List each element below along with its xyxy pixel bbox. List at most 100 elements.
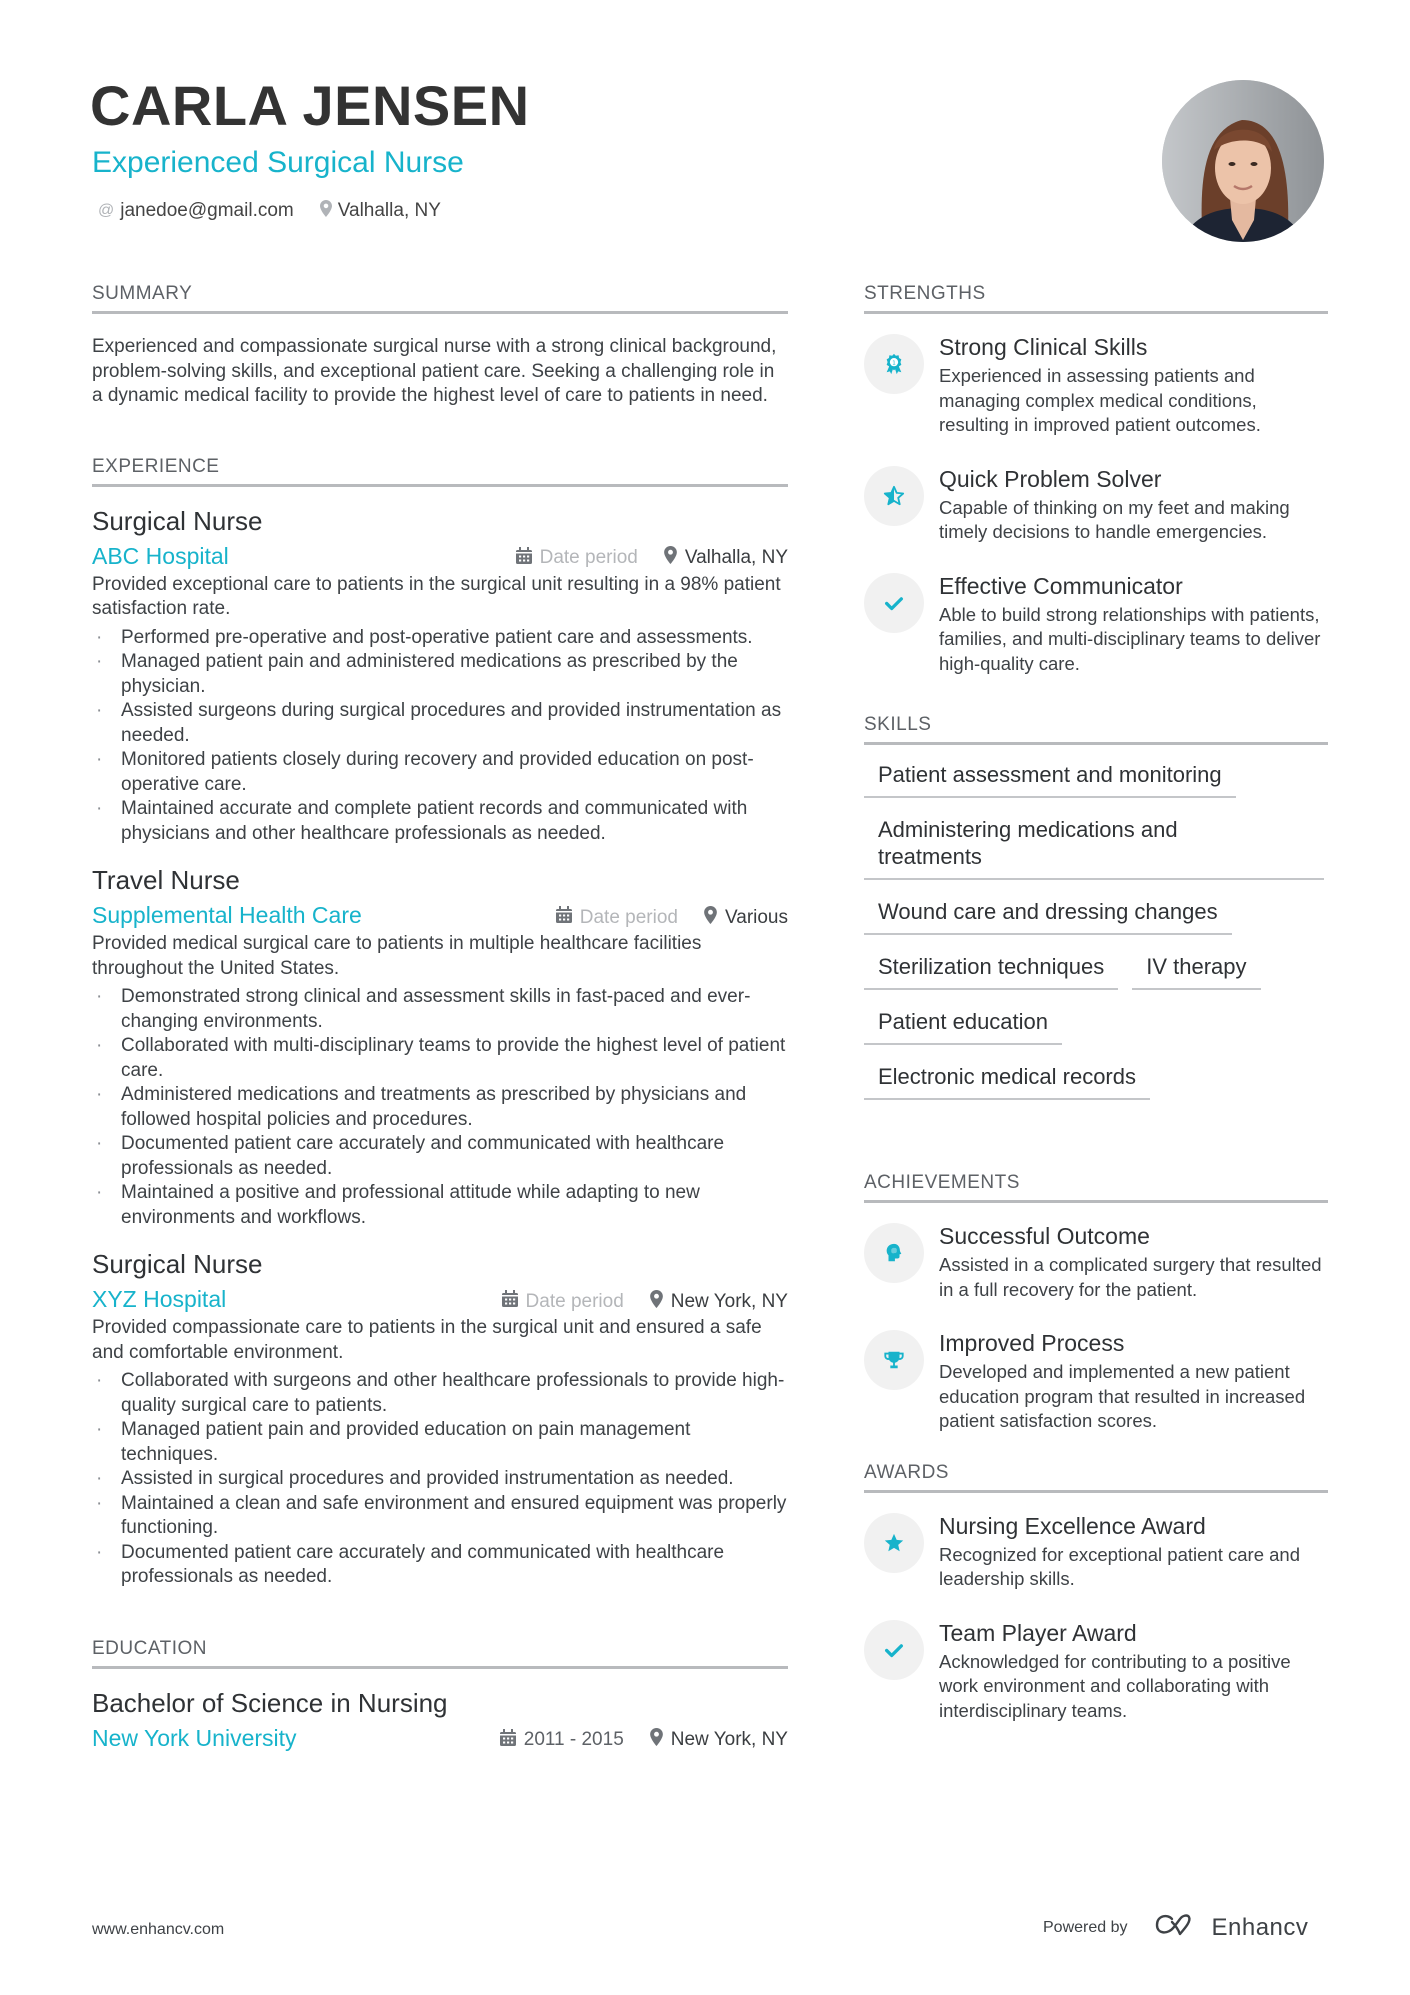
date-text: Date period — [525, 1290, 624, 1312]
strength-item: Effective Communicator Able to build str… — [864, 571, 1328, 677]
education-heading: EDUCATION — [92, 1636, 788, 1669]
calendar-icon — [501, 1290, 518, 1313]
resume-page: CARLA JENSEN Experienced Surgical Nurse … — [0, 0, 1410, 1995]
job-description: Provided compassionate care to patients … — [92, 1317, 762, 1363]
experience-section: EXPERIENCE Surgical Nurse ABC Hospital D… — [92, 454, 788, 1590]
award-body: Team Player Award Acknowledged for contr… — [939, 1618, 1328, 1724]
candidate-name: CARLA JENSEN — [90, 74, 530, 137]
award-item: Team Player Award Acknowledged for contr… — [864, 1618, 1328, 1724]
location-pin-icon — [649, 1289, 663, 1314]
bullet-item: · Managed patient pain and provided educa… — [92, 1418, 788, 1467]
company-name: XYZ Hospital — [92, 1286, 227, 1312]
powered-by-label: Powered by — [1043, 1918, 1128, 1936]
job-meta: XYZ Hospital Date period New York, NY — [92, 1284, 788, 1314]
strength-item: Quick Problem Solver Capable of thinking… — [864, 464, 1328, 545]
enhancv-brand[interactable]: Enhancv — [1154, 1913, 1309, 1942]
bullet-item: · Administered medications and treatments… — [92, 1083, 788, 1132]
strength-body: Strong Clinical Skills Experienced in as… — [939, 332, 1328, 438]
date-text: Date period — [539, 547, 638, 568]
footer-website-link[interactable]: www.enhancv.com — [92, 1921, 224, 1939]
bullet-item: · Assisted in surgical procedures and pro… — [92, 1467, 788, 1492]
location-text: Valhalla, NY — [684, 547, 788, 568]
location-pin-icon — [649, 1728, 663, 1752]
bullet-dot: · — [96, 1468, 103, 1489]
strengths-heading: STRENGTHS — [864, 281, 1328, 314]
achievements-section: ACHIEVEMENTS Successful Outcome Assisted… — [864, 1170, 1328, 1434]
bullet-text: Maintained a clean and safe environment … — [121, 1492, 787, 1539]
bullet-item: · Collaborated with surgeons and other he… — [92, 1369, 788, 1418]
award-ribbon-icon: 1 — [864, 334, 924, 394]
skills-section: SKILLS Patient assessment and monitoring… — [864, 712, 1328, 1118]
contact-location: Valhalla, NY — [319, 200, 441, 222]
job-meta-right: Date period Various — [555, 905, 788, 930]
job-description: Provided exceptional care to patients in… — [92, 573, 781, 620]
job-meta: ABC Hospital Date period Valhalla, NY — [92, 541, 788, 571]
achievement-body: Improved Process Developed and implement… — [939, 1328, 1328, 1434]
achievements-list: Successful Outcome Assisted in a complic… — [864, 1221, 1328, 1434]
calendar-icon — [499, 1728, 516, 1752]
award-body: Nursing Excellence Award Recognized for … — [939, 1511, 1328, 1592]
job-bullets: · Collaborated with surgeons and other he… — [92, 1369, 788, 1590]
enhancv-logo-icon — [1154, 1913, 1200, 1942]
bullet-item: · Documented patient care accurately and … — [92, 1132, 788, 1181]
strength-title: Effective Communicator — [939, 572, 1183, 599]
location-text: New York, NY — [670, 1729, 788, 1750]
job-location: Valhalla, NY — [663, 546, 788, 570]
education-meta: New York University 2011 - 2015 New York… — [92, 1723, 788, 1753]
job-title: Travel Nurse — [92, 865, 240, 895]
experience-heading: EXPERIENCE — [92, 454, 788, 487]
job-description: Provided medical surgical care to patien… — [92, 933, 702, 979]
bullet-text: Monitored patients closely during recove… — [121, 749, 754, 795]
footer-branding: Powered by Enhancv — [1043, 1913, 1308, 1942]
job-location: New York, NY — [649, 1289, 788, 1314]
bullet-dot: · — [96, 1035, 103, 1056]
bullet-text: Performed pre-operative and post-operati… — [121, 626, 753, 648]
achievement-title: Improved Process — [939, 1330, 1125, 1356]
strength-description: Experienced in assessing patients and ma… — [939, 365, 1261, 435]
strength-title: Strong Clinical Skills — [939, 334, 1148, 360]
location-text: Various — [724, 906, 788, 928]
summary-text: Experienced and compassionate surgical n… — [92, 336, 777, 406]
job-meta: Supplemental Health Care Date period Var… — [92, 900, 788, 930]
half-star-icon — [864, 465, 924, 526]
bullet-text: Assisted surgeons during surgical proced… — [121, 700, 782, 746]
contact-email[interactable]: @ janedoe@gmail.com — [98, 200, 294, 222]
bullet-text: Documented patient care accurately and c… — [121, 1541, 725, 1588]
education-location: New York, NY — [649, 1728, 788, 1752]
bullet-dot: · — [96, 986, 103, 1007]
achievement-description: Developed and implemented a new patient … — [939, 1361, 1306, 1431]
award-description: Acknowledged for contributing to a posit… — [939, 1650, 1291, 1721]
bullet-item: · Demonstrated strong clinical and assess… — [92, 985, 788, 1034]
bullet-dot: · — [96, 1419, 103, 1440]
head-brain-icon — [864, 1223, 924, 1283]
bullet-item: · Maintained accurate and complete patien… — [92, 797, 788, 846]
skill-tag: Sterilization techniques — [864, 953, 1119, 990]
award-title: Team Player Award — [939, 1619, 1137, 1646]
job-date: Date period — [555, 906, 678, 929]
award-title: Nursing Excellence Award — [939, 1512, 1206, 1539]
strengths-list: 1 Strong Clinical Skills Experienced in … — [864, 332, 1328, 676]
location-text: Valhalla, NY — [337, 200, 441, 221]
education-meta-right: 2011 - 2015 New York, NY — [499, 1728, 788, 1752]
bullet-item: · Assisted surgeons during surgical proce… — [92, 699, 788, 748]
date-text: Date period — [579, 906, 678, 928]
strength-item: 1 Strong Clinical Skills Experienced in … — [864, 332, 1328, 438]
strength-body: Quick Problem Solver Capable of thinking… — [939, 464, 1328, 545]
job-meta-right: Date period New York, NY — [501, 1289, 788, 1314]
bullet-text: Demonstrated strong clinical and assessm… — [121, 986, 751, 1032]
at-sign-icon: @ — [98, 202, 115, 219]
skills-list: Patient assessment and monitoring Admini… — [864, 761, 1328, 1118]
profile-photo — [1162, 80, 1324, 242]
trophy-icon — [864, 1330, 924, 1390]
calendar-icon — [515, 546, 532, 570]
strength-description: Able to build strong relationships with … — [939, 603, 1321, 674]
bullet-text: Assisted in surgical procedures and prov… — [121, 1468, 734, 1489]
skill-tag: Wound care and dressing changes — [864, 898, 1232, 935]
bullet-dot: · — [96, 1370, 103, 1391]
calendar-icon — [555, 906, 572, 929]
bullet-item: · Managed patient pain and administered m… — [92, 650, 788, 699]
education-dates: 2011 - 2015 — [499, 1728, 624, 1752]
achievement-description: Assisted in a complicated surgery that r… — [939, 1254, 1322, 1300]
bullet-text: Administered medications and treatments … — [121, 1084, 747, 1130]
star-icon — [864, 1512, 924, 1573]
